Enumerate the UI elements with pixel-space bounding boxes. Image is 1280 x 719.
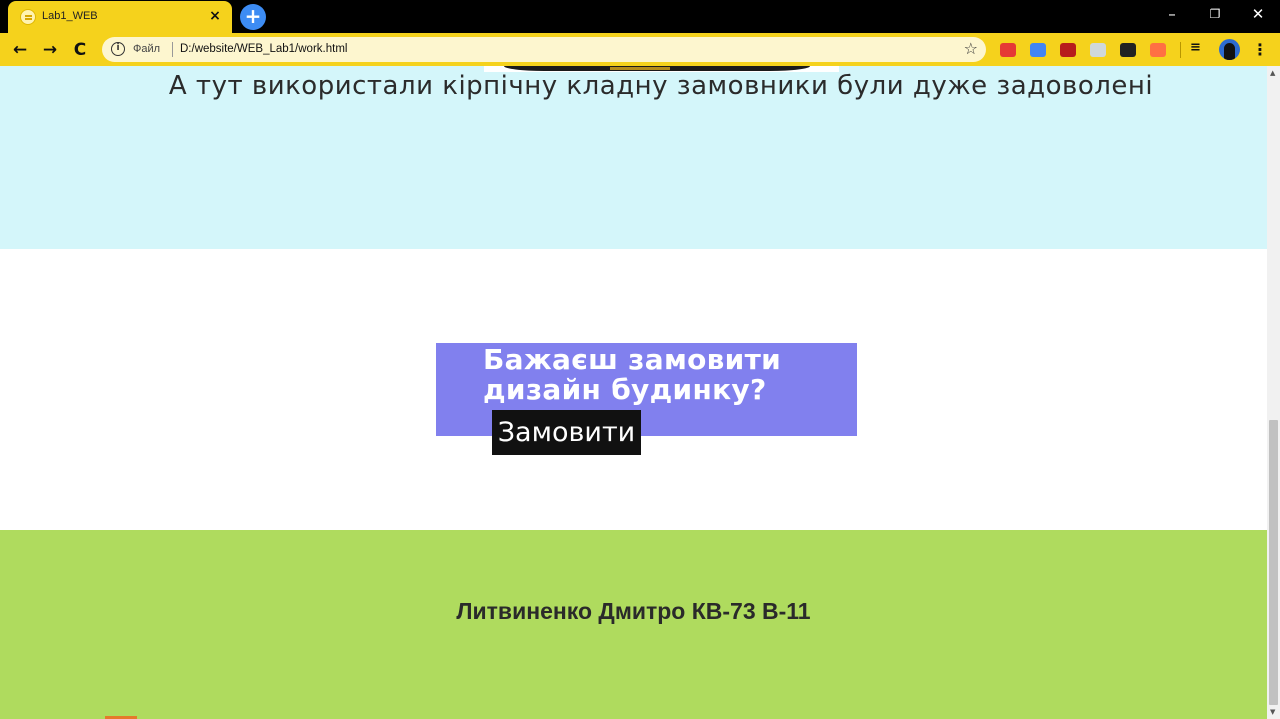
scheme-label: Файл xyxy=(133,43,161,55)
tab-title: Lab1_WEB xyxy=(42,10,98,22)
page-footer: Литвиненко Дмитро КВ-73 В-11 xyxy=(0,530,1267,719)
toolbar-divider xyxy=(1180,42,1181,58)
scrollbar-thumb[interactable] xyxy=(1269,420,1278,705)
browser-toolbar: ← → C i Файл D:/website/WEB_Lab1/work.ht… xyxy=(0,33,1280,66)
info-icon[interactable]: i xyxy=(111,42,125,56)
gallery-caption: А тут використали кірпічну кладну замовн… xyxy=(168,71,1154,101)
restore-button[interactable]: ❐ xyxy=(1195,4,1235,24)
gallery-image-accent xyxy=(610,67,670,70)
ext-globe-icon[interactable] xyxy=(1090,43,1106,57)
tab-close-icon[interactable]: × xyxy=(206,7,224,25)
footer-author: Литвиненко Дмитро КВ-73 В-11 xyxy=(456,598,811,624)
gallery-section: А тут використали кірпічну кладну замовн… xyxy=(0,66,1267,249)
browser-tab[interactable]: Lab1_WEB × xyxy=(8,1,232,33)
new-tab-button[interactable]: + xyxy=(240,4,266,30)
ext-red-icon[interactable] xyxy=(1000,43,1016,57)
browser-menu-icon[interactable]: ⋮ xyxy=(1250,38,1270,62)
order-banner-title: Бажаєш замовити дизайн будинку? xyxy=(483,343,782,406)
address-bar[interactable]: i Файл D:/website/WEB_Lab1/work.html ☆ xyxy=(102,37,986,62)
google-translate-icon[interactable] xyxy=(1030,43,1046,57)
profile-avatar[interactable] xyxy=(1219,39,1240,60)
close-window-button[interactable]: ✕ xyxy=(1238,4,1278,24)
bookmark-star-icon[interactable]: ☆ xyxy=(964,39,978,58)
back-button[interactable]: ← xyxy=(8,38,32,62)
minimize-button[interactable]: – xyxy=(1152,4,1192,24)
forward-button[interactable]: → xyxy=(38,38,62,62)
picture-in-picture-icon[interactable] xyxy=(1120,43,1136,57)
vertical-scrollbar[interactable]: ▲ ▼ xyxy=(1267,66,1280,719)
reload-button[interactable]: C xyxy=(68,38,92,62)
url-text[interactable]: D:/website/WEB_Lab1/work.html xyxy=(180,43,347,55)
tab-strip: Lab1_WEB × + – ❐ ✕ xyxy=(0,0,1280,33)
scroll-up-icon[interactable]: ▲ xyxy=(1270,69,1275,77)
scroll-down-icon[interactable]: ▼ xyxy=(1270,708,1275,716)
order-button[interactable]: Замовити xyxy=(492,410,641,455)
ublock-icon[interactable] xyxy=(1060,43,1076,57)
favicon-icon xyxy=(20,9,36,25)
media-control-icon[interactable]: ≡ xyxy=(1190,40,1206,55)
omnibox-divider xyxy=(172,42,173,57)
page-viewport: А тут використали кірпічну кладну замовн… xyxy=(0,66,1267,719)
ext-orange-icon[interactable] xyxy=(1150,43,1166,57)
